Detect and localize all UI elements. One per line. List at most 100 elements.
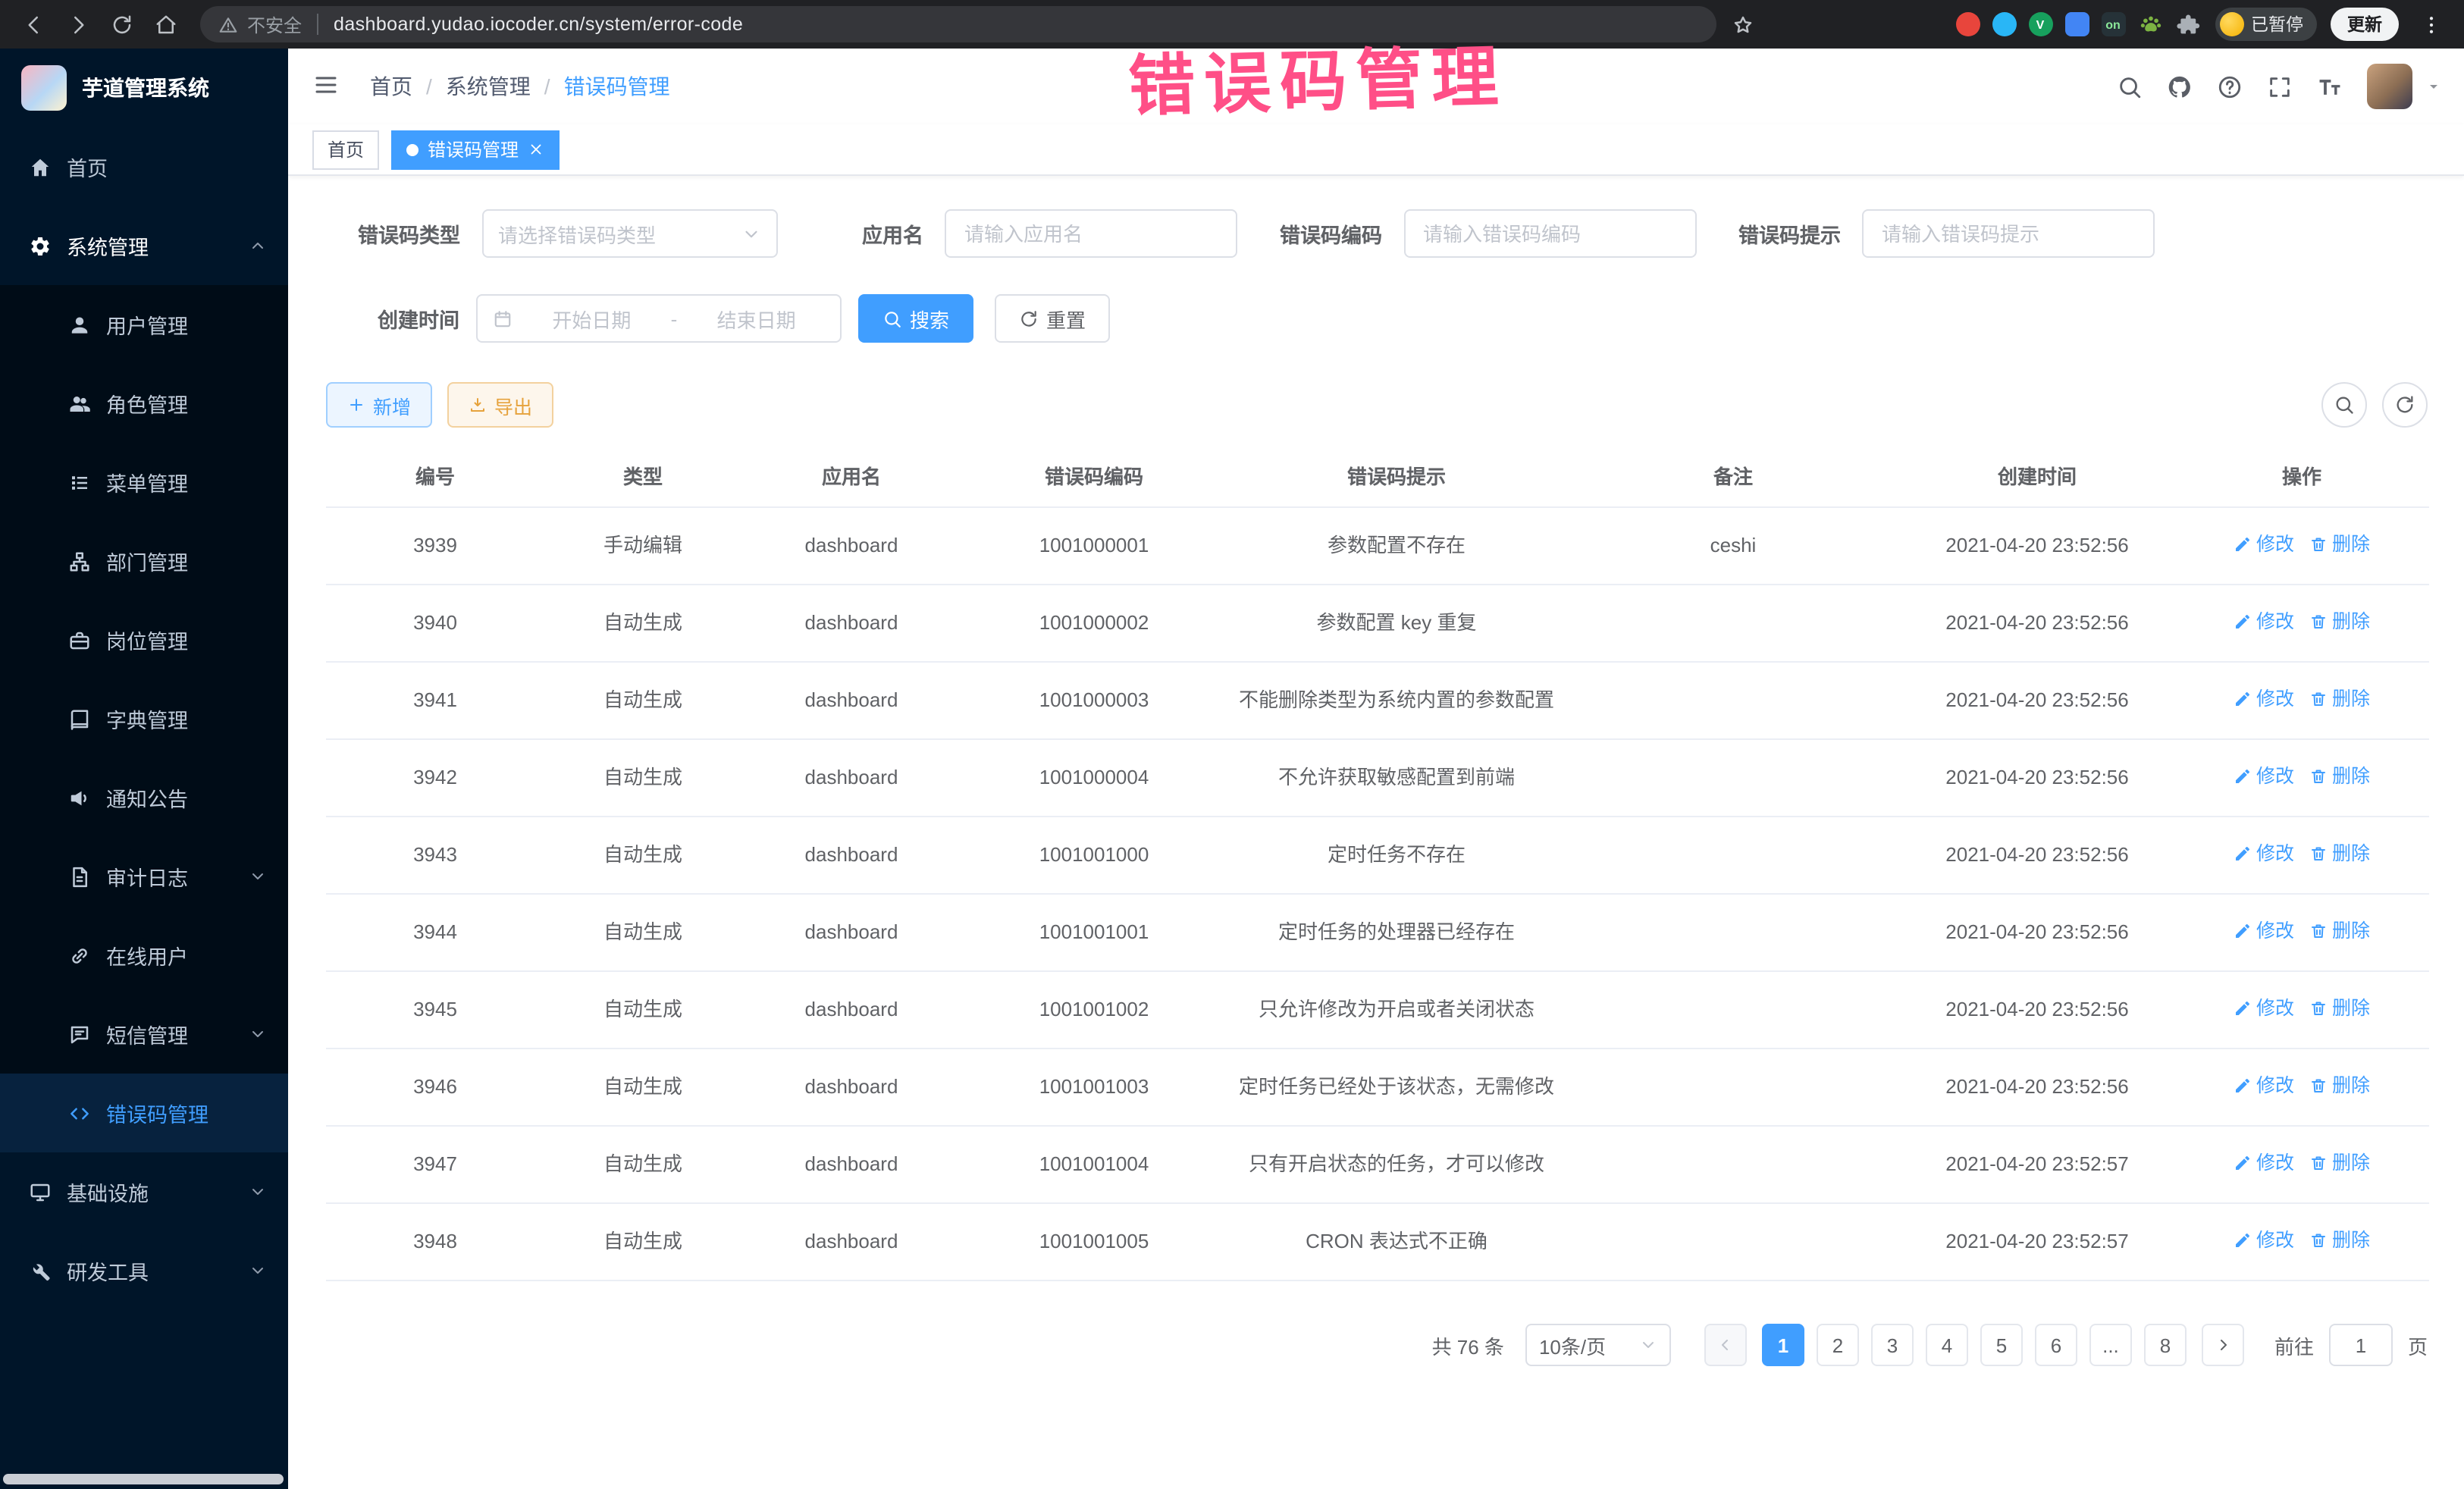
sidebar-item-sms[interactable]: 短信管理 bbox=[0, 995, 288, 1074]
page-size-select[interactable]: 10条/页 bbox=[1525, 1324, 1671, 1366]
browser-forward-button[interactable] bbox=[59, 6, 96, 42]
tab-home[interactable]: 首页 bbox=[312, 130, 379, 169]
page-button-4[interactable]: 4 bbox=[1926, 1324, 1968, 1366]
edit-link[interactable]: 修改 bbox=[2234, 607, 2294, 637]
browser-back-button[interactable] bbox=[15, 6, 52, 42]
edit-link[interactable]: 修改 bbox=[2234, 1225, 2294, 1255]
cell-msg: 不能删除类型为系统内置的参数配置 bbox=[1227, 662, 1566, 739]
page-button-1[interactable]: 1 bbox=[1762, 1324, 1804, 1366]
sidebar-item-infra[interactable]: 基础设施 bbox=[0, 1152, 288, 1231]
sidebar-item-home[interactable]: 首页 bbox=[0, 127, 288, 206]
filter-app-input[interactable] bbox=[945, 209, 1237, 258]
tab-error-code[interactable]: 错误码管理 bbox=[391, 130, 560, 169]
breadcrumb-item[interactable]: 系统管理 bbox=[446, 71, 531, 102]
cell-code: 1001000003 bbox=[961, 662, 1227, 739]
filter-hint-input[interactable] bbox=[1862, 209, 2155, 258]
edit-link[interactable]: 修改 bbox=[2234, 916, 2294, 946]
close-icon[interactable] bbox=[528, 141, 544, 158]
reset-button-label: 重置 bbox=[1046, 304, 1086, 333]
top-navbar: 首页/系统管理/错误码管理 bbox=[288, 49, 2464, 124]
page-button-5[interactable]: 5 bbox=[1980, 1324, 2023, 1366]
cell-memo: ceshi bbox=[1566, 507, 1900, 585]
sidebar-scrollbar[interactable] bbox=[3, 1474, 284, 1484]
refresh-table-button[interactable] bbox=[2382, 382, 2428, 428]
search-button[interactable]: 搜索 bbox=[858, 294, 973, 343]
reset-button[interactable]: 重置 bbox=[995, 294, 1110, 343]
address-bar[interactable]: 不安全 dashboard.yudao.iocoder.cn/system/er… bbox=[200, 6, 1716, 42]
filter-code-input[interactable] bbox=[1403, 209, 1696, 258]
edit-link[interactable]: 修改 bbox=[2234, 993, 2294, 1023]
browser-menu-button[interactable] bbox=[2412, 6, 2449, 42]
megaphone-icon bbox=[68, 786, 91, 809]
add-button[interactable]: 新增 bbox=[326, 382, 432, 428]
page-ellipsis-button[interactable]: ... bbox=[2089, 1324, 2132, 1366]
profile-chip[interactable]: 已暂停 bbox=[2215, 8, 2317, 41]
fullscreen-icon[interactable] bbox=[2267, 74, 2293, 99]
browser-reload-button[interactable] bbox=[103, 6, 140, 42]
sidebar-item-dev-tools[interactable]: 研发工具 bbox=[0, 1231, 288, 1310]
extension-blue-grid-icon[interactable] bbox=[2064, 12, 2089, 36]
extension-red-circle-icon[interactable] bbox=[1955, 12, 1980, 36]
delete-link[interactable]: 删除 bbox=[2309, 761, 2370, 792]
page-button-3[interactable]: 3 bbox=[1871, 1324, 1914, 1366]
delete-link[interactable]: 删除 bbox=[2309, 1225, 2370, 1255]
edit-link[interactable]: 修改 bbox=[2234, 761, 2294, 792]
sidebar-item-dept[interactable]: 部门管理 bbox=[0, 522, 288, 600]
extension-blue-drop-icon[interactable] bbox=[1992, 12, 2016, 36]
sidebar-item-audit-log[interactable]: 审计日志 bbox=[0, 837, 288, 916]
edit-link[interactable]: 修改 bbox=[2234, 1071, 2294, 1101]
page-button-2[interactable]: 2 bbox=[1817, 1324, 1859, 1366]
delete-link[interactable]: 删除 bbox=[2309, 916, 2370, 946]
next-page-button[interactable] bbox=[2202, 1324, 2244, 1366]
search-icon bbox=[2334, 394, 2355, 415]
extension-dark-on-icon[interactable]: on bbox=[2101, 12, 2125, 36]
browser-home-button[interactable] bbox=[147, 6, 183, 42]
sidebar-item-post[interactable]: 岗位管理 bbox=[0, 600, 288, 679]
github-icon[interactable] bbox=[2167, 74, 2193, 99]
extension-green-v-icon[interactable]: V bbox=[2028, 12, 2052, 36]
sidebar-item-system[interactable]: 系统管理 bbox=[0, 206, 288, 285]
delete-link[interactable]: 删除 bbox=[2309, 684, 2370, 714]
delete-link[interactable]: 删除 bbox=[2309, 607, 2370, 637]
bookmark-star-button[interactable] bbox=[1724, 6, 1760, 42]
export-button[interactable]: 导出 bbox=[447, 382, 553, 428]
delete-link[interactable]: 删除 bbox=[2309, 1071, 2370, 1101]
header-search-icon[interactable] bbox=[2117, 74, 2143, 99]
sidebar-item-online-user[interactable]: 在线用户 bbox=[0, 916, 288, 995]
prev-page-button[interactable] bbox=[1704, 1324, 1747, 1366]
edit-link[interactable]: 修改 bbox=[2234, 1148, 2294, 1178]
delete-link[interactable]: 删除 bbox=[2309, 993, 2370, 1023]
page-button-8[interactable]: 8 bbox=[2144, 1324, 2187, 1366]
delete-link[interactable]: 删除 bbox=[2309, 839, 2370, 869]
goto-page-input[interactable] bbox=[2329, 1324, 2393, 1366]
trash-icon bbox=[2309, 922, 2328, 940]
pagination: 共 76 条 10条/页 123456...8 前往 页 bbox=[326, 1324, 2428, 1366]
sidebar-item-role[interactable]: 角色管理 bbox=[0, 364, 288, 443]
browser-update-button[interactable]: 更新 bbox=[2331, 8, 2399, 41]
sidebar-toggle-button[interactable] bbox=[312, 71, 343, 102]
cell-ops: 修改删除 bbox=[2174, 1049, 2429, 1126]
sidebar-item-menu[interactable]: 菜单管理 bbox=[0, 443, 288, 522]
breadcrumb-item[interactable]: 首页 bbox=[370, 71, 412, 102]
avatar-dropdown-icon[interactable] bbox=[2425, 77, 2443, 96]
page-button-6[interactable]: 6 bbox=[2035, 1324, 2077, 1366]
edit-link[interactable]: 修改 bbox=[2234, 684, 2294, 714]
extension-green-paw-icon[interactable] bbox=[2137, 11, 2163, 37]
user-avatar[interactable] bbox=[2367, 64, 2412, 109]
sidebar-item-dict[interactable]: 字典管理 bbox=[0, 679, 288, 758]
delete-link[interactable]: 删除 bbox=[2309, 529, 2370, 560]
sidebar-item-notice[interactable]: 通知公告 bbox=[0, 758, 288, 837]
app-logo[interactable]: 芋道管理系统 bbox=[0, 49, 288, 127]
extension-puzzle-icon[interactable] bbox=[2175, 11, 2201, 37]
help-icon[interactable] bbox=[2217, 74, 2243, 99]
sidebar-item-error-code[interactable]: 错误码管理 bbox=[0, 1074, 288, 1152]
edit-link[interactable]: 修改 bbox=[2234, 529, 2294, 560]
font-size-icon[interactable] bbox=[2317, 74, 2343, 99]
sidebar-item-user[interactable]: 用户管理 bbox=[0, 285, 288, 364]
edit-link[interactable]: 修改 bbox=[2234, 839, 2294, 869]
filter-daterange-picker[interactable]: 开始日期 - 结束日期 bbox=[476, 294, 842, 343]
delete-link[interactable]: 删除 bbox=[2309, 1148, 2370, 1178]
toggle-search-button[interactable] bbox=[2321, 382, 2367, 428]
filter-type-select[interactable]: 请选择错误码类型 bbox=[481, 209, 777, 258]
cell-msg: 只允许修改为开启或者关闭状态 bbox=[1227, 971, 1566, 1049]
